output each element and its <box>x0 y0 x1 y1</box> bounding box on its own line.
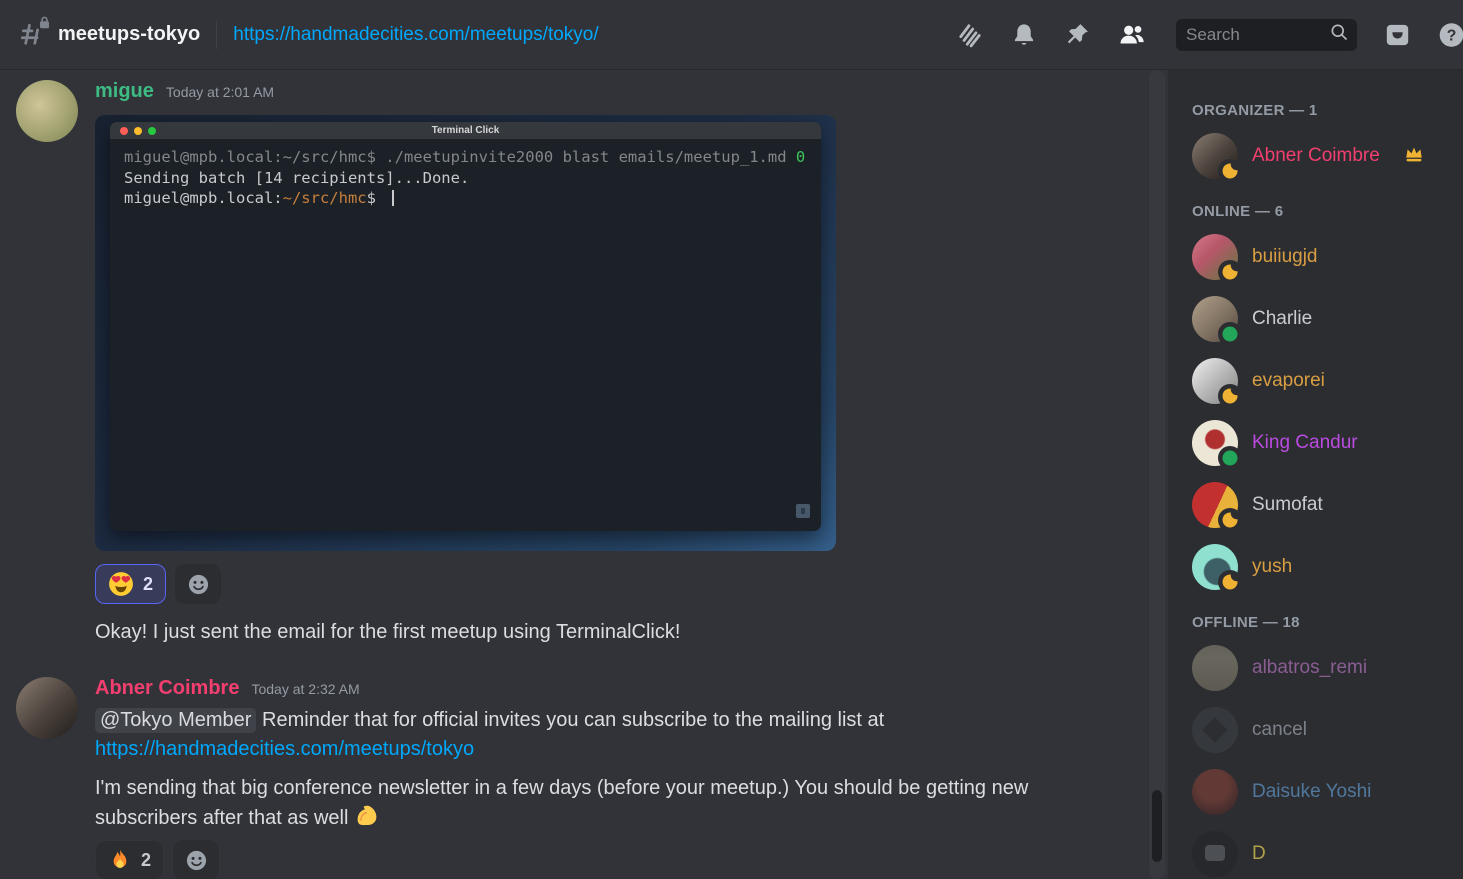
member-name: buiiugjd <box>1252 246 1318 268</box>
member-row-buiiugjd[interactable]: buiiugjd <box>1192 234 1455 280</box>
member-name: yush <box>1252 556 1292 578</box>
notifications-bell-icon[interactable] <box>1010 21 1037 48</box>
add-reaction-button[interactable] <box>173 840 219 879</box>
message-text: I'm sending that big conference newslett… <box>95 774 1085 833</box>
header-divider <box>216 21 217 49</box>
message-text: @Tokyo Member Reminder that for official… <box>95 706 1030 764</box>
avatar <box>1192 420 1238 466</box>
member-row-cancel[interactable]: cancel <box>1192 707 1455 753</box>
avatar[interactable] <box>16 80 78 142</box>
reactions-row: 2 <box>95 564 1152 604</box>
channel-header: meetups-tokyo https://handmadecities.com… <box>0 0 1463 70</box>
message-author[interactable]: Abner Coimbre <box>95 677 239 700</box>
heart-eyes-emoji <box>108 571 134 597</box>
message-text: Okay! I just sent the email for the firs… <box>95 618 1152 647</box>
message-timestamp: Today at 2:01 AM <box>166 84 274 100</box>
member-section-label: OFFLINE — 18 <box>1192 614 1455 631</box>
member-row-albatros-remi[interactable]: albatros_remi <box>1192 645 1455 691</box>
idle-status-icon <box>1218 570 1242 594</box>
avatar[interactable] <box>16 677 78 739</box>
member-name: D <box>1252 843 1266 865</box>
avatar <box>1192 358 1238 404</box>
terminal-window: Terminal Click miguel@mpb.local:~/src/hm… <box>110 122 821 531</box>
member-name: evaporei <box>1252 370 1325 392</box>
reaction-count: 2 <box>141 850 151 871</box>
member-name: cancel <box>1252 719 1307 741</box>
online-status-icon <box>1218 322 1242 346</box>
terminal-output: miguel@mpb.local:~/src/hmc$ ./meetupinvi… <box>110 139 821 217</box>
terminal-title: Terminal Click <box>110 125 821 136</box>
add-reaction-button[interactable] <box>175 564 221 604</box>
member-row-daisuke-yoshi[interactable]: Daisuke Yoshi <box>1192 769 1455 815</box>
role-mention[interactable]: @Tokyo Member <box>95 708 256 733</box>
reaction-count: 2 <box>143 574 153 595</box>
reaction-heart-eyes[interactable]: 2 <box>95 564 166 604</box>
avatar <box>1192 707 1238 753</box>
avatar <box>1192 831 1238 877</box>
member-row-evaporei[interactable]: evaporei <box>1192 358 1455 404</box>
idle-status-icon <box>1218 260 1242 284</box>
inbox-icon[interactable] <box>1384 21 1411 48</box>
avatar <box>1192 296 1238 342</box>
member-list-toggle-icon[interactable] <box>1118 21 1145 48</box>
member-name: Abner Coimbre <box>1252 145 1380 167</box>
channel-name: meetups-tokyo <box>58 23 200 46</box>
search-box[interactable] <box>1176 19 1357 51</box>
member-name: Daisuke Yoshi <box>1252 781 1371 803</box>
terminal-scroll-grip <box>796 504 810 518</box>
member-row-yush[interactable]: yush <box>1192 544 1455 590</box>
online-status-icon <box>1218 446 1242 470</box>
idle-status-icon <box>1218 508 1242 532</box>
message-timestamp: Today at 2:32 AM <box>251 681 359 697</box>
fire-emoji <box>108 847 132 873</box>
avatar <box>1192 133 1238 179</box>
chat-scrollbar[interactable] <box>1149 70 1165 879</box>
search-input[interactable] <box>1186 25 1329 45</box>
search-icon <box>1329 22 1349 47</box>
channel-topic-link[interactable]: https://handmadecities.com/meetups/tokyo… <box>233 24 598 46</box>
chat-message: Abner Coimbre Today at 2:32 AM @Tokyo Me… <box>0 677 1168 879</box>
member-section-label: ONLINE — 6 <box>1192 203 1455 220</box>
idle-status-icon <box>1218 384 1242 408</box>
reaction-fire[interactable]: 2 <box>95 840 164 879</box>
idle-status-icon <box>1218 159 1242 183</box>
locked-channel-hash-icon <box>18 20 48 50</box>
member-name: King Candur <box>1252 432 1358 454</box>
member-row-king-candur[interactable]: King Candur <box>1192 420 1455 466</box>
chat-message: migue Today at 2:01 AM Terminal Click <box>0 80 1168 647</box>
member-list: ORGANIZER — 1 Abner Coimbre ONLINE — 6 <box>1168 70 1463 879</box>
member-row-sumofat[interactable]: Sumofat <box>1192 482 1455 528</box>
member-section-label: ORGANIZER — 1 <box>1192 102 1455 119</box>
avatar <box>1192 482 1238 528</box>
chat-messages-area: migue Today at 2:01 AM Terminal Click <box>0 70 1168 879</box>
message-author[interactable]: migue <box>95 80 154 103</box>
terminal-cursor <box>392 190 394 206</box>
member-name: albatros_remi <box>1252 657 1367 679</box>
member-row-partial[interactable]: D <box>1192 831 1455 877</box>
pinned-messages-icon[interactable] <box>1064 21 1091 48</box>
member-row-charlie[interactable]: Charlie <box>1192 296 1455 342</box>
avatar <box>1192 769 1238 815</box>
svg-text:?: ? <box>1447 27 1457 44</box>
terminal-titlebar: Terminal Click <box>110 122 821 139</box>
flexed-biceps-emoji <box>354 803 380 829</box>
avatar <box>1192 234 1238 280</box>
help-icon[interactable]: ? <box>1438 21 1463 48</box>
avatar <box>1192 544 1238 590</box>
member-name: Sumofat <box>1252 494 1323 516</box>
avatar <box>1192 645 1238 691</box>
terminal-screenshot-attachment[interactable]: Terminal Click miguel@mpb.local:~/src/hm… <box>95 115 836 551</box>
reactions-row: 2 <box>95 840 1152 879</box>
threads-icon[interactable] <box>956 21 983 48</box>
member-row-abner[interactable]: Abner Coimbre <box>1192 133 1455 179</box>
member-name: Charlie <box>1252 308 1312 330</box>
message-link[interactable]: https://handmadecities.com/meetups/tokyo <box>95 738 474 760</box>
lock-icon <box>38 16 51 29</box>
scrollbar-thumb[interactable] <box>1152 790 1162 862</box>
owner-crown-icon <box>1404 145 1424 168</box>
